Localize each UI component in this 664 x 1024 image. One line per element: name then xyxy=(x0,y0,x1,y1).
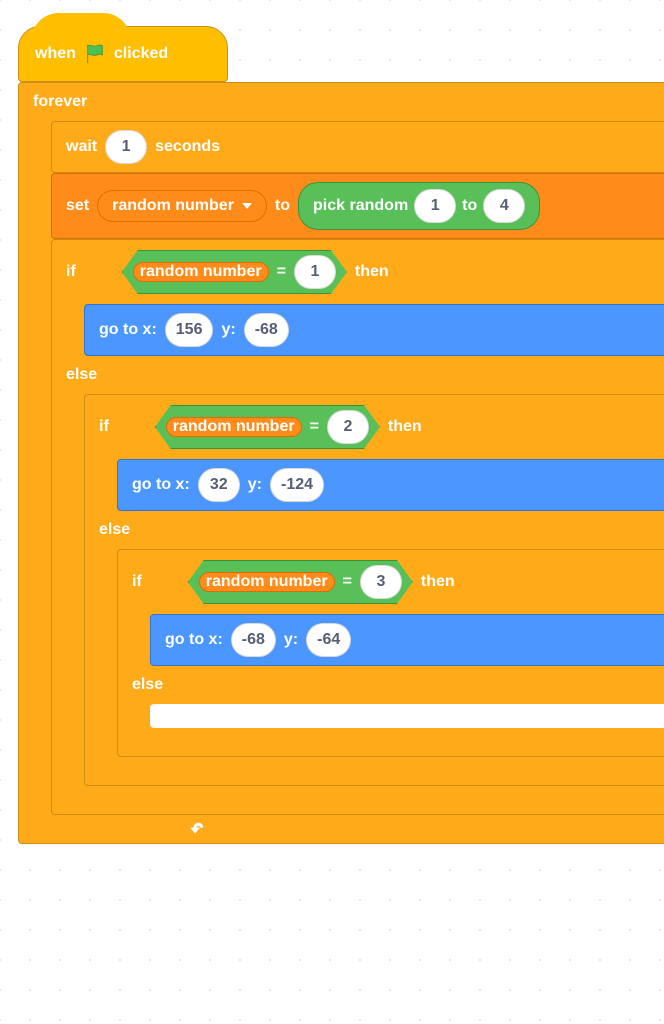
pick-to-label: to xyxy=(462,197,477,215)
if-else-block-2[interactable]: if random number = 2 then go to x: 32 xyxy=(84,394,664,786)
then-label: then xyxy=(355,263,389,281)
else-label: else xyxy=(99,521,130,539)
to-label: to xyxy=(275,197,290,215)
goto-block-3[interactable]: go to x: -68 y: -64 xyxy=(150,614,664,666)
var-reporter[interactable]: random number xyxy=(199,572,335,592)
goto-block-1[interactable]: go to x: 156 y: -68 xyxy=(84,304,664,356)
compare-value-1[interactable]: 1 xyxy=(294,255,336,289)
when-label: when xyxy=(35,45,76,63)
goto-y-label: y: xyxy=(248,476,262,494)
wait-seconds-input[interactable]: 1 xyxy=(105,130,147,164)
set-label: set xyxy=(66,197,89,215)
goto-x-label: go to x: xyxy=(99,321,157,339)
if-label: if xyxy=(66,263,76,281)
set-variable-block[interactable]: set random number to pick random 1 to 4 xyxy=(51,173,664,239)
if-label: if xyxy=(132,573,142,591)
equals-condition-1[interactable]: random number = 1 xyxy=(122,250,347,294)
if-label: if xyxy=(99,418,109,436)
pick-min-input[interactable]: 1 xyxy=(414,189,456,223)
var-reporter[interactable]: random number xyxy=(166,417,302,437)
goto-y-label: y: xyxy=(221,321,235,339)
x-input-1[interactable]: 156 xyxy=(165,313,214,347)
x-input-3[interactable]: -68 xyxy=(231,623,276,657)
x-input-2[interactable]: 32 xyxy=(198,468,240,502)
y-input-1[interactable]: -68 xyxy=(244,313,289,347)
clicked-label: clicked xyxy=(114,45,168,63)
workspace[interactable]: when clicked forever wait 1 seconds set … xyxy=(0,0,664,1024)
compare-value-2[interactable]: 2 xyxy=(327,410,369,444)
goto-block-2[interactable]: go to x: 32 y: -124 xyxy=(117,459,664,511)
wait-block[interactable]: wait 1 seconds xyxy=(51,121,664,173)
loop-arrow-icon xyxy=(185,821,205,837)
if-else-block-3[interactable]: if random number = 3 then xyxy=(117,549,664,757)
y-input-2[interactable]: -124 xyxy=(270,468,324,502)
then-label: then xyxy=(421,573,455,591)
var-reporter[interactable]: random number xyxy=(133,262,269,282)
variable-name: random number xyxy=(112,197,234,215)
then-label: then xyxy=(388,418,422,436)
compare-value-3[interactable]: 3 xyxy=(360,565,402,599)
seconds-label: seconds xyxy=(155,138,220,156)
equals-condition-2[interactable]: random number = 2 xyxy=(155,405,380,449)
equals-label: = xyxy=(310,418,319,436)
else-label: else xyxy=(132,676,163,694)
wait-label: wait xyxy=(66,138,97,156)
else-label: else xyxy=(66,366,97,384)
forever-block[interactable]: forever wait 1 seconds set random number… xyxy=(18,82,664,844)
equals-condition-3[interactable]: random number = 3 xyxy=(188,560,413,604)
goto-x-label: go to x: xyxy=(132,476,190,494)
goto-y-label: y: xyxy=(284,631,298,649)
script-stack[interactable]: when clicked forever wait 1 seconds set … xyxy=(18,26,664,844)
dropdown-caret-icon xyxy=(242,203,252,209)
when-flag-clicked-block[interactable]: when clicked xyxy=(18,26,228,82)
equals-label: = xyxy=(277,263,286,281)
pick-random-label: pick random xyxy=(313,197,408,215)
forever-label: forever xyxy=(33,93,87,111)
y-input-3[interactable]: -64 xyxy=(306,623,351,657)
equals-label: = xyxy=(343,573,352,591)
goto-x-label: go to x: xyxy=(165,631,223,649)
pick-max-input[interactable]: 4 xyxy=(483,189,525,223)
green-flag-icon xyxy=(84,43,106,65)
variable-dropdown[interactable]: random number xyxy=(97,190,267,222)
pick-random-reporter[interactable]: pick random 1 to 4 xyxy=(298,182,540,230)
if-else-block-1[interactable]: if random number = 1 then go to x: 156 y… xyxy=(51,239,664,815)
